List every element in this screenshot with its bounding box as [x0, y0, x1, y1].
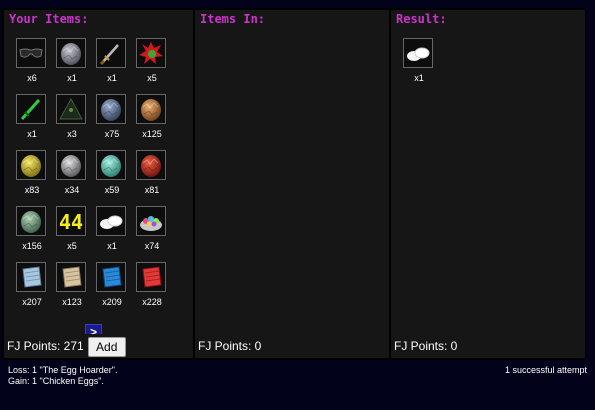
blue-gray-egg-icon — [96, 94, 126, 124]
result-title: Result: — [391, 10, 585, 29]
result-footer: FJ Points: 0 — [391, 334, 585, 358]
green-gray-egg-icon — [16, 206, 46, 236]
silver-egg-icon — [56, 150, 86, 180]
inventory-item[interactable]: x34 — [52, 144, 92, 198]
item-quantity: x81 — [144, 185, 160, 195]
your-points-label: FJ Points: 271 — [7, 339, 84, 353]
inventory-item[interactable]: x123 — [52, 256, 92, 310]
item-quantity: x228 — [142, 297, 162, 307]
inventory-item[interactable]: x228 — [132, 256, 172, 310]
add-button[interactable]: Add — [87, 336, 126, 357]
trade-log: Loss: 1 "The Egg Hoarder". Gain: 1 "Chic… — [8, 365, 117, 387]
number-44-icon: 44 — [56, 206, 86, 236]
blue-fabric-icon — [96, 262, 126, 292]
inventory-item[interactable]: x59 — [92, 144, 132, 198]
dark-pyramid-icon — [56, 94, 86, 124]
your-items-panel: Your Items: x6 x1 x1 x5 x1 x3 x75 x125 x83 x34 x59… — [4, 10, 193, 358]
item-quantity: x5 — [147, 73, 157, 83]
inventory-item[interactable]: x209 — [92, 256, 132, 310]
crafting-window: Your Items: x6 x1 x1 x5 x1 x3 x75 x125 x83 x34 x59… — [2, 8, 586, 360]
light-blue-fabric-icon — [16, 262, 46, 292]
red-splat-icon — [136, 38, 166, 68]
chicken-eggs-icon — [403, 38, 433, 68]
item-quantity: x125 — [142, 129, 162, 139]
teal-egg-icon — [96, 150, 126, 180]
items-in-panel: Items In: FJ Points: 0 — [195, 10, 389, 358]
gray-egg-icon — [56, 38, 86, 68]
item-quantity: x1 — [414, 73, 424, 83]
inventory-item[interactable]: x3 — [52, 88, 92, 142]
items-in-points-label: FJ Points: 0 — [198, 339, 262, 353]
items-in-footer: FJ Points: 0 — [195, 334, 389, 358]
loss-text: Loss: 1 "The Egg Hoarder". — [8, 365, 118, 375]
inventory-item[interactable]: x1 — [92, 200, 132, 254]
inventory-item[interactable]: x1 — [12, 88, 52, 142]
inventory-item[interactable]: x6 — [12, 32, 52, 86]
items-in-title: Items In: — [195, 10, 389, 29]
yellow-egg-icon — [16, 150, 46, 180]
inventory-item[interactable]: x5 — [132, 32, 172, 86]
inventory-item[interactable]: x74 — [132, 200, 172, 254]
inventory-item[interactable]: x83 — [12, 144, 52, 198]
red-egg-icon — [136, 150, 166, 180]
inventory-item[interactable]: x156 — [12, 200, 52, 254]
svg-text:44: 44 — [59, 210, 83, 234]
red-fabric-icon — [136, 262, 166, 292]
inventory-item[interactable]: x1 — [52, 32, 92, 86]
sunglasses-icon — [16, 38, 46, 68]
chicken-eggs-icon — [96, 206, 126, 236]
result-points-label: FJ Points: 0 — [394, 339, 458, 353]
sword-icon — [96, 38, 126, 68]
item-quantity: x74 — [144, 241, 160, 251]
inventory-item[interactable]: x75 — [92, 88, 132, 142]
your-items-title: Your Items: — [4, 10, 193, 29]
inventory-item[interactable]: x1 — [399, 32, 439, 86]
inventory-item[interactable]: x207 — [12, 256, 52, 310]
inventory-item[interactable]: x81 — [132, 144, 172, 198]
inventory-item[interactable]: 44 x5 — [52, 200, 92, 254]
inventory-item[interactable]: x1 — [92, 32, 132, 86]
egg-nest-icon — [136, 206, 166, 236]
tan-fabric-icon — [56, 262, 86, 292]
attempts-text: 1 successful attempt — [504, 365, 587, 375]
orange-egg-icon — [136, 94, 166, 124]
inventory-item[interactable]: x125 — [132, 88, 172, 142]
gain-text: Gain: 1 "Chicken Eggs". — [8, 376, 104, 386]
green-sword-icon — [16, 94, 46, 124]
your-items-footer: FJ Points: 271 Add — [4, 334, 193, 358]
result-panel: Result: x1 FJ Points: 0 — [391, 10, 585, 358]
